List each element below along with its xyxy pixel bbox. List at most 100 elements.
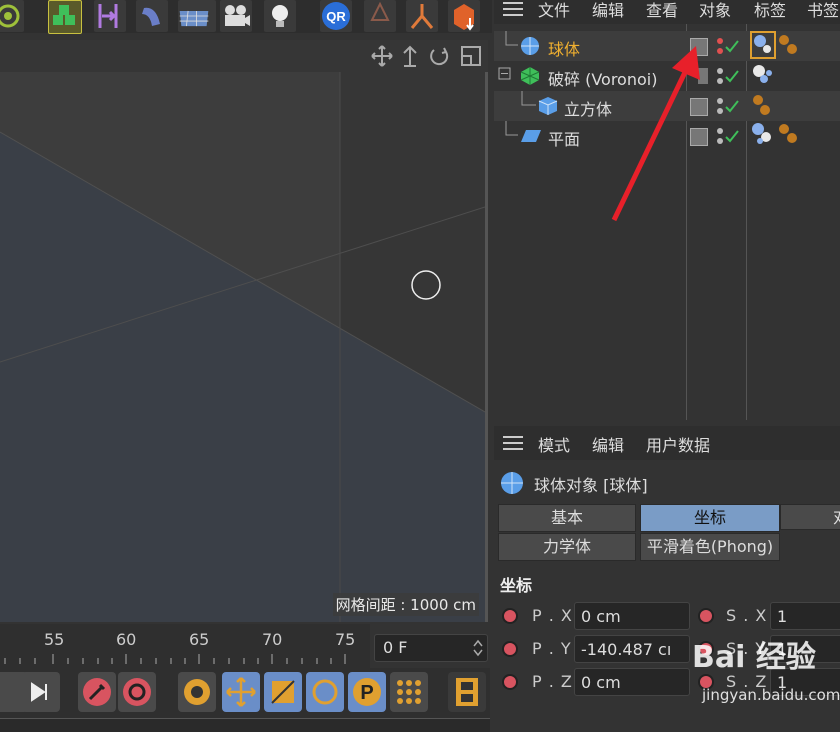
polygon-mode-icon[interactable]	[0, 0, 24, 32]
menu-view[interactable]: 查看	[646, 0, 678, 21]
viewport-nav-icons[interactable]	[370, 44, 482, 68]
transport-bar: P	[0, 668, 490, 718]
viewport-scene	[0, 72, 485, 622]
position-x-field[interactable]: 0 cm	[574, 602, 690, 630]
svg-text:QR: QR	[326, 9, 346, 24]
tab-dynamics[interactable]: 力学体	[498, 533, 636, 561]
qr-plugin-icon[interactable]: QR	[320, 0, 352, 32]
stepper-icon[interactable]	[473, 639, 483, 657]
animate-radio[interactable]	[502, 608, 518, 624]
light-icon[interactable]	[264, 0, 296, 32]
timeline-window-button[interactable]	[448, 672, 486, 712]
animate-radio[interactable]	[698, 608, 714, 624]
visibility-dots-icon[interactable]	[714, 97, 744, 115]
deformer-icon[interactable]	[94, 0, 126, 32]
scale-track-button[interactable]	[264, 672, 302, 712]
collapse-icon[interactable]	[498, 67, 512, 81]
visibility-dots-icon[interactable]	[714, 37, 744, 55]
annotation-arrow	[611, 46, 700, 222]
tree-line	[505, 121, 518, 136]
joint-icon[interactable]	[406, 0, 438, 32]
menu-edit[interactable]: 编辑	[592, 432, 624, 456]
menu-mode[interactable]: 模式	[538, 432, 570, 456]
menu-file[interactable]: 文件	[538, 0, 570, 21]
film-icon	[456, 678, 478, 706]
watermark-url: jingyan.baidu.com	[702, 686, 840, 704]
tab-coordinates[interactable]: 坐标	[640, 504, 780, 532]
attribute-manager-menu: 模式 编辑 用户数据	[494, 426, 840, 460]
floor-icon[interactable]	[178, 0, 216, 32]
go-to-end-icon	[31, 682, 47, 702]
svg-text:P: P	[360, 682, 373, 704]
timeline-ruler[interactable]: 55 60 65 70 75	[0, 624, 370, 668]
key-icon	[83, 678, 111, 706]
tag-icons[interactable]	[750, 63, 780, 89]
export-box-icon[interactable]	[448, 0, 480, 32]
object-manager: 文件 编辑 查看 对象 标签 书签 球体 破碎 (Voronoi) 立方体 平面	[494, 0, 840, 420]
coord-label: P . Y	[532, 639, 572, 658]
current-frame-value: 0 F	[383, 638, 408, 657]
visibility-dots-icon[interactable]	[714, 127, 744, 145]
gear-icon	[184, 679, 210, 705]
tab-basic[interactable]: 基本	[498, 504, 636, 532]
tag-icons[interactable]	[750, 93, 780, 119]
object-name: 球体	[548, 40, 581, 59]
rotate-icon	[312, 679, 338, 705]
tag-icons[interactable]	[750, 31, 806, 61]
bend-deformer-icon[interactable]	[136, 0, 168, 32]
object-manager-menu: 文件 编辑 查看 对象 标签 书签	[494, 0, 840, 24]
current-frame-field[interactable]: 0 F	[374, 634, 488, 662]
tree-line	[505, 31, 518, 46]
position-track-button[interactable]	[222, 672, 260, 712]
hamburger-icon[interactable]	[502, 0, 524, 18]
camera-icon[interactable]	[220, 0, 252, 32]
scale-icon	[271, 680, 295, 704]
coord-label: P . Z	[532, 672, 573, 691]
rotation-track-button[interactable]	[306, 672, 344, 712]
visibility-dots-icon[interactable]	[714, 67, 744, 85]
grid-spacing-label: 网格间距 : 1000 cm	[332, 593, 479, 616]
tick-label: 55	[44, 630, 65, 649]
watermark-brand: Bai 经验	[692, 640, 816, 675]
animate-radio[interactable]	[502, 641, 518, 657]
keyframe-selection-button[interactable]	[178, 672, 216, 712]
cube-icon	[538, 97, 558, 115]
tick-label: 70	[262, 630, 283, 649]
parameter-p-icon: P	[353, 678, 381, 706]
menu-user-data[interactable]: 用户数据	[646, 432, 710, 456]
position-z-field[interactable]: 0 cm	[574, 668, 690, 696]
ruler-ticks	[4, 654, 346, 664]
menu-bookmarks[interactable]: 书签	[807, 0, 839, 21]
sphere-icon	[521, 37, 539, 55]
hamburger-icon[interactable]	[502, 434, 524, 452]
menu-edit[interactable]: 编辑	[592, 0, 624, 21]
tab-phong[interactable]: 平滑着色(Phong)	[640, 533, 780, 561]
sculpt-icon[interactable]	[364, 0, 396, 32]
coord-label: P . X	[532, 606, 573, 625]
menu-object[interactable]: 对象	[699, 0, 731, 21]
baidu-watermark: Bai 经验 jingyan.baidu.com	[688, 630, 840, 710]
section-title: 坐标	[500, 576, 533, 595]
animate-radio[interactable]	[502, 674, 518, 690]
menu-tags[interactable]: 标签	[754, 0, 786, 21]
tick-label: 60	[116, 630, 137, 649]
point-level-button[interactable]	[390, 672, 428, 712]
coord-label: S . X	[726, 606, 768, 625]
3d-viewport[interactable]: 网格间距 : 1000 cm	[0, 72, 488, 622]
move-arrows-icon	[226, 677, 256, 707]
bottom-strip	[0, 718, 490, 732]
cubes-array-icon[interactable]	[48, 0, 82, 34]
autokey-button[interactable]	[118, 672, 156, 712]
record-keys-button[interactable]	[78, 672, 116, 712]
tag-icons[interactable]	[750, 121, 806, 151]
coord-row-x: P . X 0 cm S . X 1	[494, 602, 840, 632]
tick-label: 65	[189, 630, 210, 649]
viewport-header	[0, 40, 488, 72]
parameter-track-button[interactable]: P	[348, 672, 386, 712]
scale-x-field[interactable]: 1	[770, 602, 840, 630]
position-y-field[interactable]: -140.487 cı	[574, 635, 690, 663]
tab-object[interactable]: 对	[780, 504, 840, 530]
object-name: 平面	[548, 130, 581, 149]
go-to-end-button[interactable]	[22, 672, 60, 712]
tree-line	[521, 91, 536, 106]
